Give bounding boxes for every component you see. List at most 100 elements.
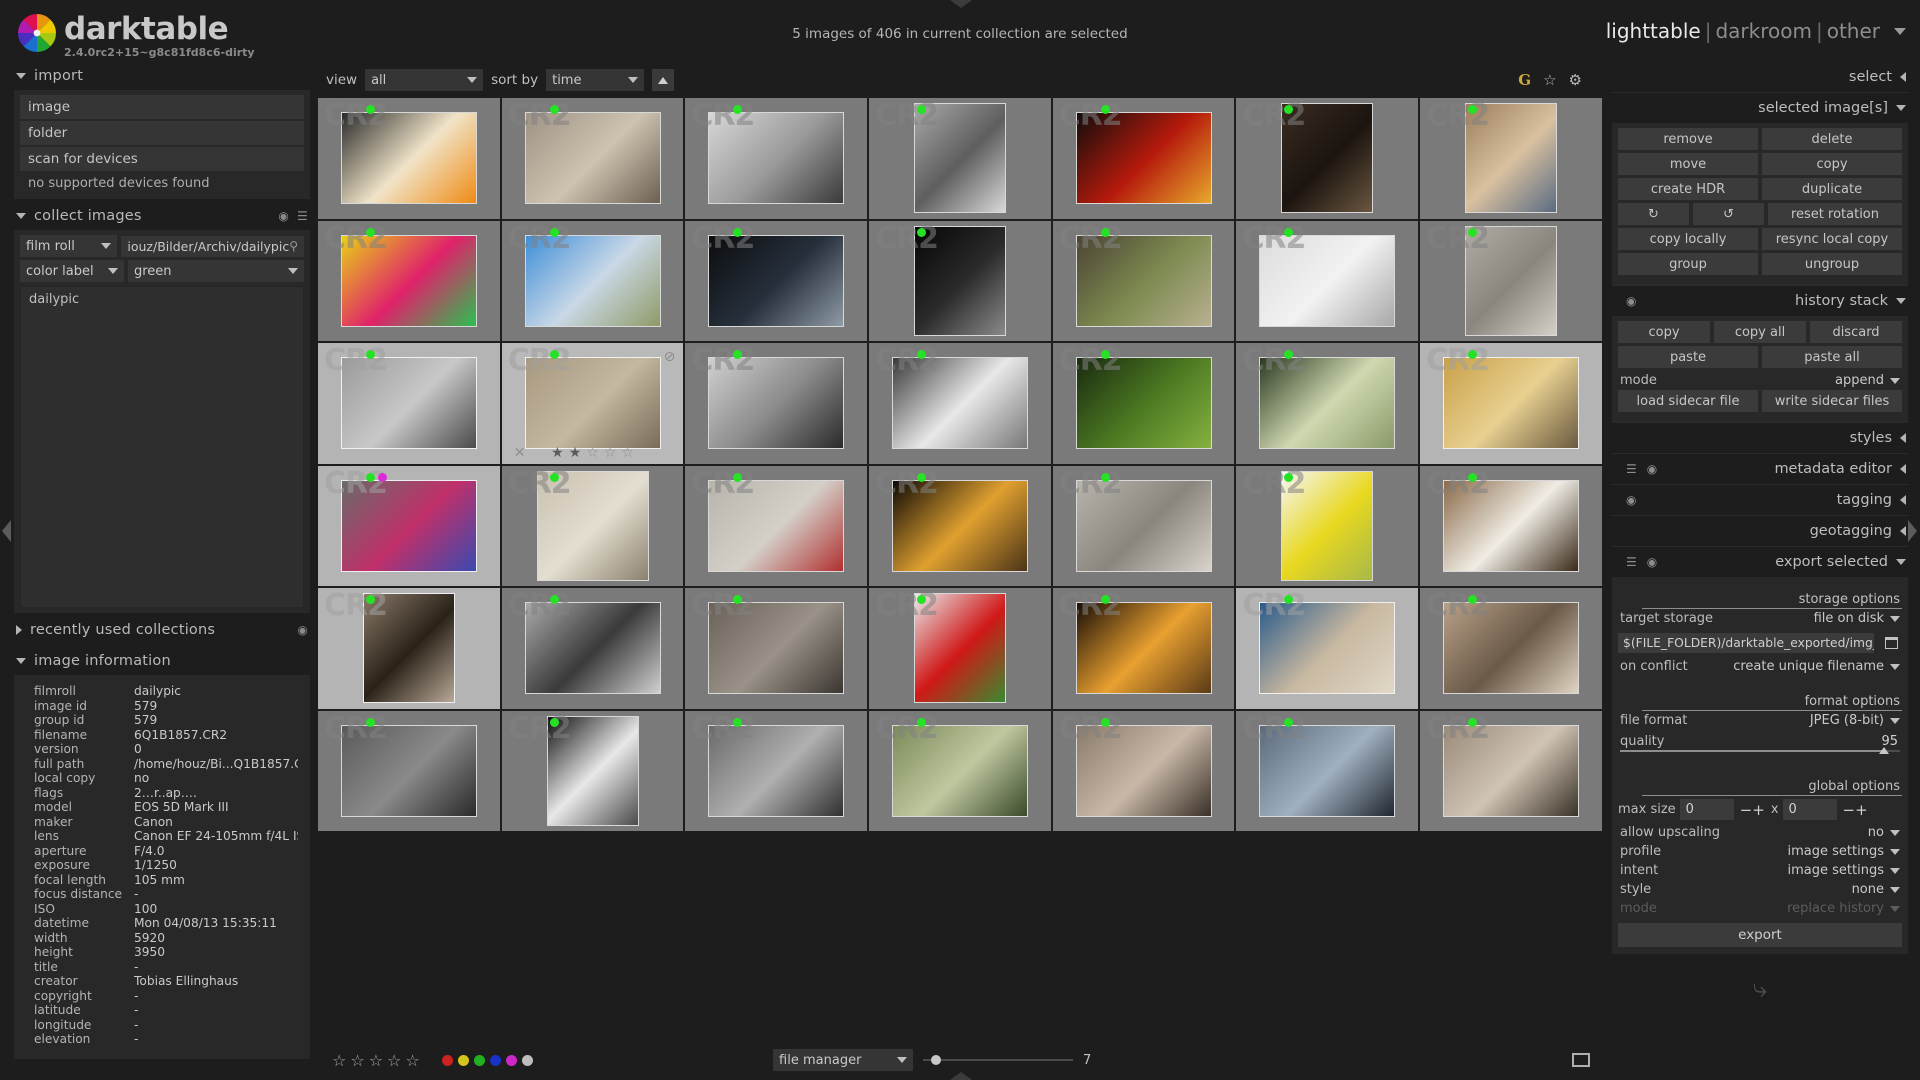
view-darkroom[interactable]: darkroom	[1715, 19, 1812, 43]
thumbnail-cell[interactable]: CR2 ⊘ ✕ ★ ★ ☆ ☆ ☆	[501, 343, 686, 466]
profile-row[interactable]: profile image settings	[1618, 842, 1902, 861]
thumbnail-image[interactable]	[1075, 724, 1212, 817]
reject-icon[interactable]: ✕	[514, 445, 526, 461]
thumbnail-image[interactable]	[891, 724, 1028, 817]
thumbnail-image[interactable]	[536, 470, 649, 581]
thumbnail-image[interactable]	[524, 357, 661, 450]
thumbnail-cell[interactable]: CR2	[1236, 465, 1421, 588]
duplicate-button[interactable]: duplicate	[1762, 178, 1902, 200]
profile-select[interactable]: image settings	[1788, 844, 1900, 859]
thumbnail-grid[interactable]: CR2 CR2 CR2 CR2 CR2 CR2 CR2 CR2 CR2 CR2 CR2 CR2 CR2 C…	[318, 98, 1604, 1080]
thumbnail-cell[interactable]: CR2	[685, 588, 870, 711]
thumbnail-cell[interactable]: CR2	[318, 98, 502, 221]
thumbnail-cell[interactable]: CR2	[685, 343, 870, 466]
thumbnail-cell[interactable]: CR2	[1236, 343, 1421, 466]
thumbnail-image[interactable]	[708, 357, 845, 450]
thumbnail-cell[interactable]: CR2	[318, 465, 502, 588]
quality-slider-knob[interactable]	[1878, 747, 1889, 754]
thumbnail-image[interactable]	[913, 103, 1006, 214]
scan-for-devices-button[interactable]: scan for devices	[20, 147, 304, 171]
thumbnail-image[interactable]	[1075, 357, 1212, 450]
history-paste-all-button[interactable]: paste all	[1762, 346, 1902, 368]
thumbnail-image[interactable]	[1259, 724, 1396, 817]
thumbnail-image[interactable]	[1442, 357, 1579, 450]
target-storage-select[interactable]: file on disk	[1814, 611, 1900, 626]
thumbnail-image[interactable]	[1259, 234, 1396, 327]
thumbnail-image[interactable]	[340, 112, 477, 205]
thumbnail-cell[interactable]: CR2	[1420, 98, 1604, 221]
star-icon[interactable]: ☆	[405, 1051, 419, 1070]
thumbnail-cell[interactable]: CR2	[869, 710, 1053, 833]
reset-rotation-button[interactable]: reset rotation	[1768, 203, 1902, 225]
remove-button[interactable]: remove	[1618, 128, 1758, 150]
thumbnail-image[interactable]	[1464, 103, 1557, 214]
thumbnail-cell[interactable]: CR2	[501, 588, 686, 711]
thumbnail-cell[interactable]: CR2	[501, 220, 686, 343]
thumbnail-image[interactable]	[1281, 470, 1374, 581]
star-icon[interactable]: ★	[551, 445, 564, 461]
intent-select[interactable]: image settings	[1788, 863, 1900, 878]
copy-button[interactable]: copy	[1762, 153, 1902, 175]
reset-icon[interactable]: ◉	[278, 209, 289, 223]
thumbnail-image[interactable]	[340, 479, 477, 572]
rating-filter-stars[interactable]: ☆ ☆ ☆ ☆ ☆	[332, 1051, 420, 1070]
view-filter-select[interactable]: all	[365, 69, 484, 91]
style-select[interactable]: none	[1852, 882, 1900, 897]
rotate-ccw-icon[interactable]: ↻	[1618, 203, 1689, 225]
reset-icon[interactable]: ◉	[1647, 555, 1657, 569]
thumbnail-image[interactable]	[1464, 225, 1557, 336]
resync-local-copy-button[interactable]: resync local copy	[1762, 228, 1902, 250]
thumbnail-image[interactable]	[913, 225, 1006, 336]
monitor-icon[interactable]	[1571, 1053, 1590, 1067]
color-label-filter-dot[interactable]	[489, 1054, 501, 1066]
star-icon[interactable]: ☆	[604, 445, 617, 461]
rotate-cw-icon[interactable]: ↺	[1693, 203, 1764, 225]
reset-icon[interactable]: ◉	[1626, 294, 1636, 308]
module-import-header[interactable]: import	[14, 62, 310, 90]
thumbnail-cell[interactable]: CR2	[869, 465, 1053, 588]
thumbnail-image[interactable]	[891, 357, 1028, 450]
thumbnail-image[interactable]	[708, 479, 845, 572]
thumbnail-cell[interactable]: CR2	[685, 465, 870, 588]
thumbnail-image[interactable]	[1442, 479, 1579, 572]
list-item[interactable]: dailypic	[27, 291, 297, 308]
thumbnail-image[interactable]	[340, 357, 477, 450]
thumbnail-cell[interactable]: CR2	[318, 220, 502, 343]
create-hdr-button[interactable]: create HDR	[1618, 178, 1758, 200]
folder-picker-button[interactable]	[1880, 632, 1902, 654]
move-button[interactable]: move	[1618, 153, 1758, 175]
intent-row[interactable]: intent image settings	[1618, 861, 1902, 880]
thumbnail-image[interactable]	[708, 602, 845, 695]
thumbnail-rating-overlay[interactable]: ✕ ★ ★ ☆ ☆ ☆	[502, 445, 684, 461]
module-select-header[interactable]: select	[1612, 62, 1908, 92]
left-panel-collapse-handle[interactable]	[2, 520, 12, 542]
thumbnail-cell[interactable]: CR2	[1236, 98, 1421, 221]
module-export-selected-header[interactable]: ☰ ◉ export selected	[1612, 546, 1908, 577]
color-label-filter-dot[interactable]	[521, 1054, 533, 1066]
history-mode-select[interactable]: append	[1835, 373, 1900, 388]
module-recent-header[interactable]: recently used collections ◉	[14, 616, 310, 644]
star-icon[interactable]: ★	[569, 445, 582, 461]
thumbnail-cell[interactable]: CR2	[1052, 98, 1237, 221]
import-image-button[interactable]: image	[20, 95, 304, 119]
star-icon[interactable]: ☆	[621, 445, 634, 461]
thumbnail-image[interactable]	[340, 724, 477, 817]
target-storage-row[interactable]: target storage file on disk	[1618, 609, 1902, 628]
thumbnail-image[interactable]	[524, 602, 661, 695]
collect-rule-2-property[interactable]: color label	[20, 260, 124, 282]
thumbnail-image[interactable]	[1075, 112, 1212, 205]
thumbnail-cell[interactable]: CR2	[1420, 220, 1604, 343]
export-button[interactable]: export	[1618, 923, 1902, 947]
write-sidecar-files-button[interactable]: write sidecar files	[1762, 390, 1902, 412]
reset-icon[interactable]: ◉	[1626, 493, 1636, 507]
module-styles-header[interactable]: styles	[1612, 422, 1908, 453]
thumbnail-image[interactable]	[708, 234, 845, 327]
module-geotagging-header[interactable]: geotagging	[1612, 515, 1908, 546]
history-mode-row[interactable]: mode append	[1618, 371, 1902, 390]
thumbnail-image[interactable]	[1075, 234, 1212, 327]
thumbnail-image[interactable]	[524, 112, 661, 205]
thumbnail-cell[interactable]: CR2	[1052, 710, 1237, 833]
thumbnail-image[interactable]	[362, 593, 455, 704]
thumbnail-cell[interactable]: CR2	[1420, 588, 1604, 711]
thumbnail-image[interactable]	[891, 479, 1028, 572]
